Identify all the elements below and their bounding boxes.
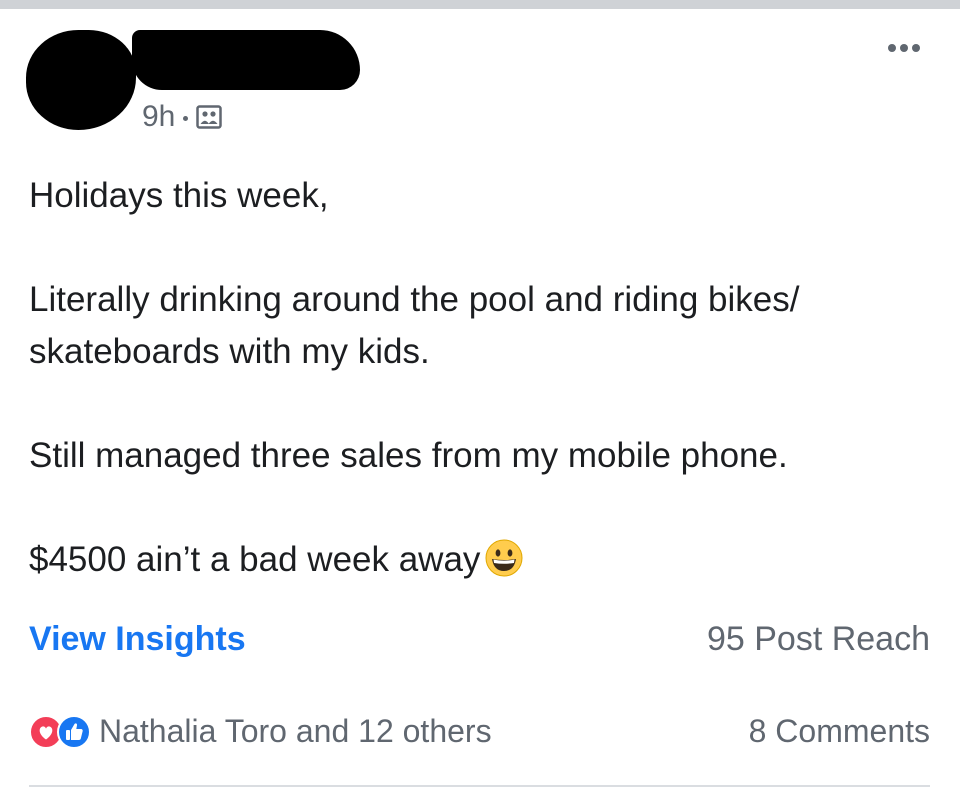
meta-separator-dot bbox=[183, 116, 189, 121]
reaction-icons bbox=[29, 714, 91, 749]
more-dot bbox=[900, 44, 908, 52]
insights-row: View Insights 95 Post Reach bbox=[29, 620, 930, 659]
post-text-line: $4500 ain’t a bad week away bbox=[29, 540, 481, 579]
engagement-row: Nathalia Toro and 12 others 8 Comments bbox=[29, 713, 930, 750]
top-divider-band bbox=[0, 0, 960, 9]
post-text-line-with-emoji: $4500 ain’t a bad week away bbox=[29, 534, 929, 586]
post-meta: 9h bbox=[142, 100, 223, 134]
post-reach-count: 95 Post Reach bbox=[706, 620, 930, 658]
bottom-divider bbox=[29, 785, 930, 787]
avatar-redacted[interactable] bbox=[26, 30, 136, 130]
more-dot bbox=[888, 44, 896, 52]
like-reaction-icon bbox=[57, 714, 91, 749]
post-text-line: Literally drinking around the pool and r… bbox=[29, 280, 800, 371]
comments-count-link[interactable]: 8 Comments bbox=[749, 713, 930, 750]
friends-icon[interactable] bbox=[196, 105, 223, 129]
more-dot bbox=[912, 44, 920, 52]
view-insights-link[interactable]: View Insights bbox=[29, 620, 246, 659]
reactions-summary[interactable]: Nathalia Toro and 12 others bbox=[29, 713, 492, 750]
reactors-text: Nathalia Toro and 12 others bbox=[99, 713, 492, 749]
author-name-redacted[interactable] bbox=[132, 30, 360, 90]
grinning-face-emoji bbox=[485, 539, 523, 577]
more-options-icon[interactable] bbox=[888, 44, 920, 52]
post-timestamp[interactable]: 9h bbox=[142, 100, 175, 134]
post-text-line: Holidays this week, bbox=[29, 176, 329, 215]
post-text-line: Still managed three sales from my mobile… bbox=[29, 436, 788, 475]
post-body: Holidays this week, Literally drinking a… bbox=[29, 170, 929, 586]
